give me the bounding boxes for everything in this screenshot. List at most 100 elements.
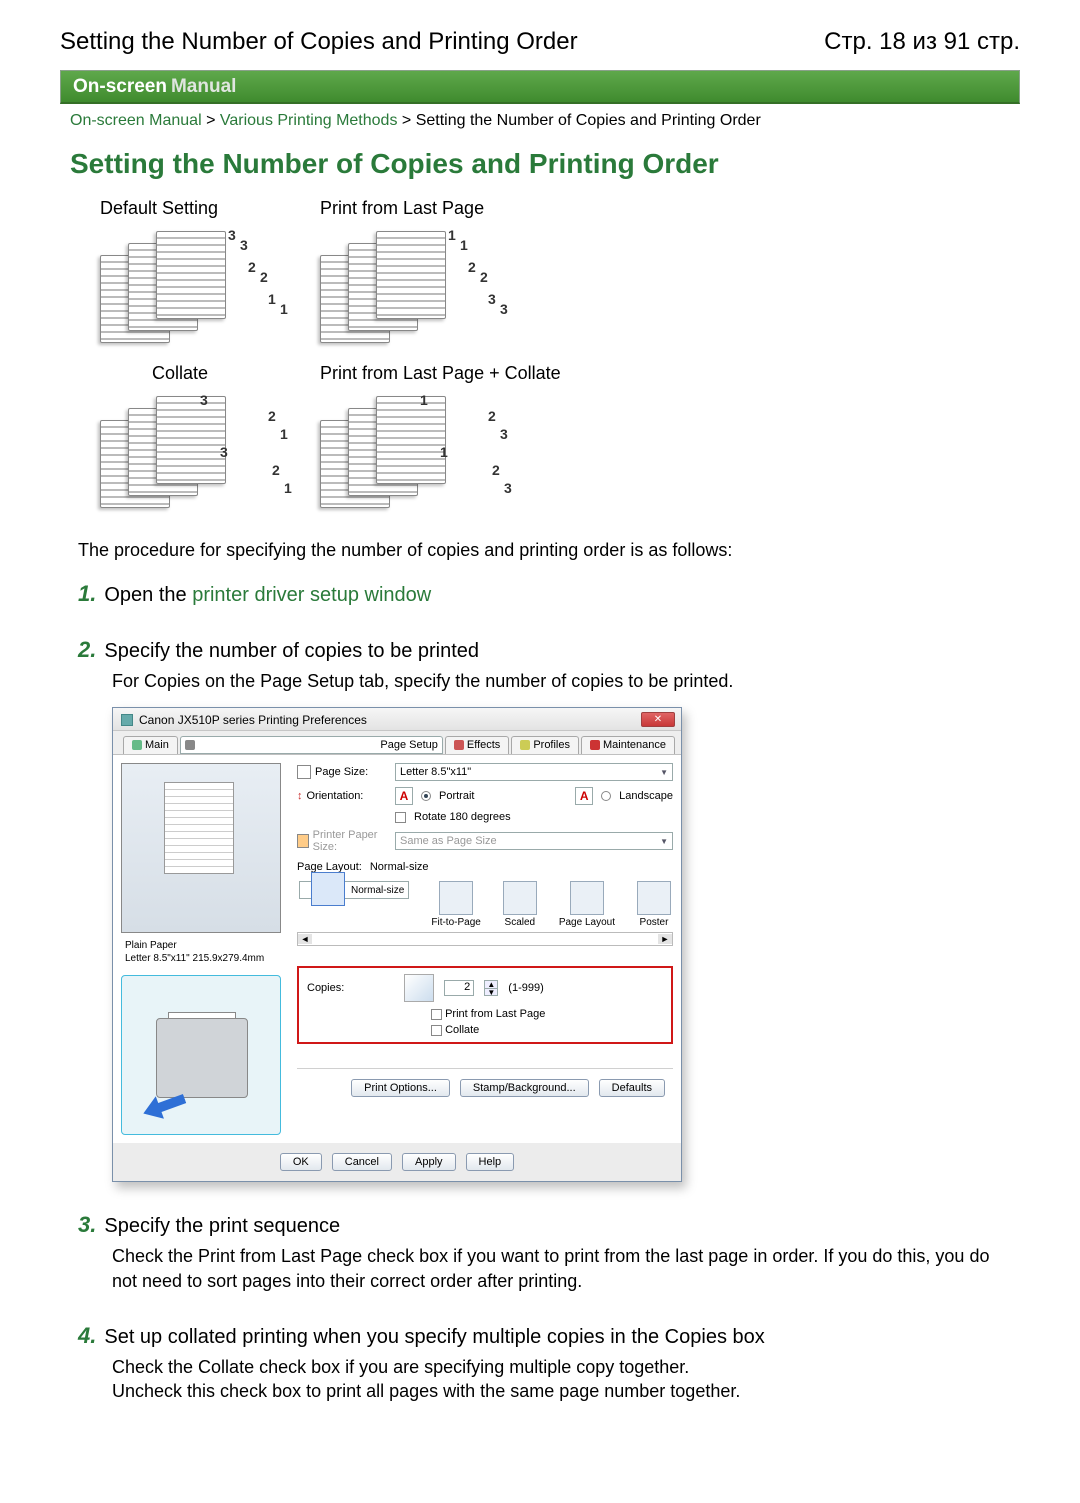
stack-num: 2 — [272, 462, 280, 478]
portrait-icon: A — [395, 787, 413, 805]
stack-num: 1 — [268, 291, 276, 307]
print-options-button[interactable]: Print Options... — [351, 1079, 450, 1097]
landscape-label: Landscape — [619, 790, 673, 802]
layout-scrollbar[interactable]: ◄► — [297, 932, 673, 946]
layout-fit[interactable]: Fit-to-Page — [431, 881, 480, 928]
page-header: Setting the Number of Copies and Printin… — [60, 28, 1020, 56]
landscape-radio[interactable] — [601, 791, 611, 801]
intro-text: The procedure for specifying the number … — [60, 520, 1020, 571]
step-2-number: 2. — [78, 637, 96, 663]
illus-collate: Collate 3 2 1 3 2 1 — [100, 363, 260, 520]
illus-last-collate-label: Print from Last Page + Collate — [320, 363, 561, 384]
tab-profiles-label: Profiles — [533, 739, 570, 751]
page-size-value: Letter 8.5"x11" — [400, 766, 471, 778]
help-button[interactable]: Help — [466, 1153, 515, 1171]
stack-num: 2 — [268, 408, 276, 424]
step-4-body-1: Check the Collate check box if you are s… — [112, 1355, 1002, 1379]
tab-profiles[interactable]: Profiles — [511, 736, 579, 754]
layout-poster-icon — [637, 881, 671, 915]
tab-pagesetup-icon — [185, 740, 195, 750]
apply-button[interactable]: Apply — [402, 1153, 456, 1171]
page-indicator: Стр. 18 из 91 стр. — [824, 28, 1020, 56]
ok-button[interactable]: OK — [280, 1153, 322, 1171]
scroll-right-icon[interactable]: ► — [658, 934, 672, 944]
stack-num: 2 — [480, 269, 488, 285]
stack-num: 3 — [200, 392, 208, 408]
copies-icon — [404, 974, 434, 1002]
stack-num: 1 — [440, 444, 448, 460]
stack-num: 3 — [504, 480, 512, 496]
dialog-titlebar: Canon JX510P series Printing Preferences… — [113, 708, 681, 731]
defaults-button[interactable]: Defaults — [599, 1079, 665, 1097]
crumb-current: Setting the Number of Copies and Printin… — [416, 112, 761, 129]
manual-banner-right: Manual — [171, 76, 236, 98]
cancel-button[interactable]: Cancel — [332, 1153, 392, 1171]
collate-checkbox[interactable] — [431, 1025, 442, 1036]
crumb-various-printing[interactable]: Various Printing Methods — [220, 112, 398, 129]
printer-illustration — [121, 975, 281, 1135]
crumb-sep: > — [402, 112, 411, 129]
layout-scaled-label: Scaled — [505, 917, 536, 928]
stack-num: 3 — [500, 301, 508, 317]
illus-last: Print from Last Page 1 1 2 2 3 3 — [320, 198, 484, 355]
landscape-icon: A — [575, 787, 593, 805]
rotate-checkbox[interactable] — [395, 812, 406, 823]
layout-poster[interactable]: Poster — [637, 881, 671, 928]
copies-input[interactable]: 2 — [444, 980, 474, 996]
page-size-select[interactable]: Letter 8.5"x11"▼ — [395, 763, 673, 781]
stack-num: 1 — [284, 480, 292, 496]
media-size: Letter 8.5"x11" 215.9x279.4mm — [125, 952, 285, 965]
stamp-background-button[interactable]: Stamp/Background... — [460, 1079, 589, 1097]
illus-default: Default Setting 3 3 2 2 1 1 — [100, 198, 260, 355]
printer-paper-icon — [297, 834, 309, 848]
layout-pagelayout-icon — [570, 881, 604, 915]
illus-last-graphic: 1 1 2 2 3 3 — [320, 225, 480, 355]
stack-num: 3 — [488, 291, 496, 307]
stack-num: 1 — [280, 301, 288, 317]
crumb-onscreen-manual[interactable]: On-screen Manual — [70, 112, 202, 129]
layout-normal-label: Normal-size — [351, 885, 404, 896]
spin-down-icon[interactable]: ▼ — [485, 989, 497, 996]
page-size-label: Page Size: — [315, 766, 368, 778]
illus-collate-label: Collate — [100, 363, 260, 384]
stack-num: 2 — [488, 408, 496, 424]
tab-effects[interactable]: Effects — [445, 736, 509, 754]
page-title: Setting the Number of Copies and Printin… — [60, 28, 578, 56]
printer-driver-link[interactable]: printer driver setup window — [192, 584, 431, 606]
illus-last-label: Print from Last Page — [320, 198, 484, 219]
tab-main[interactable]: Main — [123, 736, 178, 754]
step-4-title: Set up collated printing when you specif… — [104, 1326, 764, 1349]
dialog-title-text: Canon JX510P series Printing Preferences — [139, 713, 367, 727]
from-last-label: Print from Last Page — [445, 1008, 545, 1020]
stack-num: 1 — [460, 237, 468, 253]
illustration-row-2: Collate 3 2 1 3 2 1 Print from Last Page… — [60, 355, 1020, 520]
collate-label: Collate — [445, 1024, 479, 1036]
from-last-checkbox[interactable] — [431, 1009, 442, 1020]
orientation-label: Orientation: — [307, 790, 364, 802]
illus-last-collate-graphic: 1 2 3 1 2 3 — [320, 390, 480, 520]
printer-paper-label: Printer Paper Size: — [313, 829, 387, 853]
stack-num: 2 — [492, 462, 500, 478]
chevron-down-icon: ▼ — [660, 837, 668, 846]
copies-spinner[interactable]: ▲▼ — [484, 980, 498, 996]
media-type: Plain Paper — [125, 939, 285, 952]
tab-maintenance[interactable]: Maintenance — [581, 736, 675, 754]
stack-num: 3 — [500, 426, 508, 442]
layout-pagelayout[interactable]: Page Layout — [559, 881, 615, 928]
printer-paper-select[interactable]: Same as Page Size▼ — [395, 832, 673, 850]
close-icon[interactable]: ✕ — [641, 712, 675, 727]
layout-scaled-icon — [503, 881, 537, 915]
tab-maint-label: Maintenance — [603, 739, 666, 751]
layout-normal[interactable]: Normal-size — [299, 881, 409, 899]
layout-scaled[interactable]: Scaled — [503, 881, 537, 928]
portrait-radio[interactable] — [421, 791, 431, 801]
stack-num: 1 — [280, 426, 288, 442]
layout-fit-icon — [439, 881, 473, 915]
step-1-text: Open the — [104, 584, 192, 606]
tab-effects-label: Effects — [467, 739, 500, 751]
scroll-left-icon[interactable]: ◄ — [298, 934, 312, 944]
illus-last-collate: Print from Last Page + Collate 1 2 3 1 2… — [320, 363, 561, 520]
step-3-body: Check the Print from Last Page check box… — [78, 1244, 1002, 1293]
tab-page-setup[interactable]: Page Setup — [180, 736, 443, 754]
illus-default-graphic: 3 3 2 2 1 1 — [100, 225, 260, 355]
